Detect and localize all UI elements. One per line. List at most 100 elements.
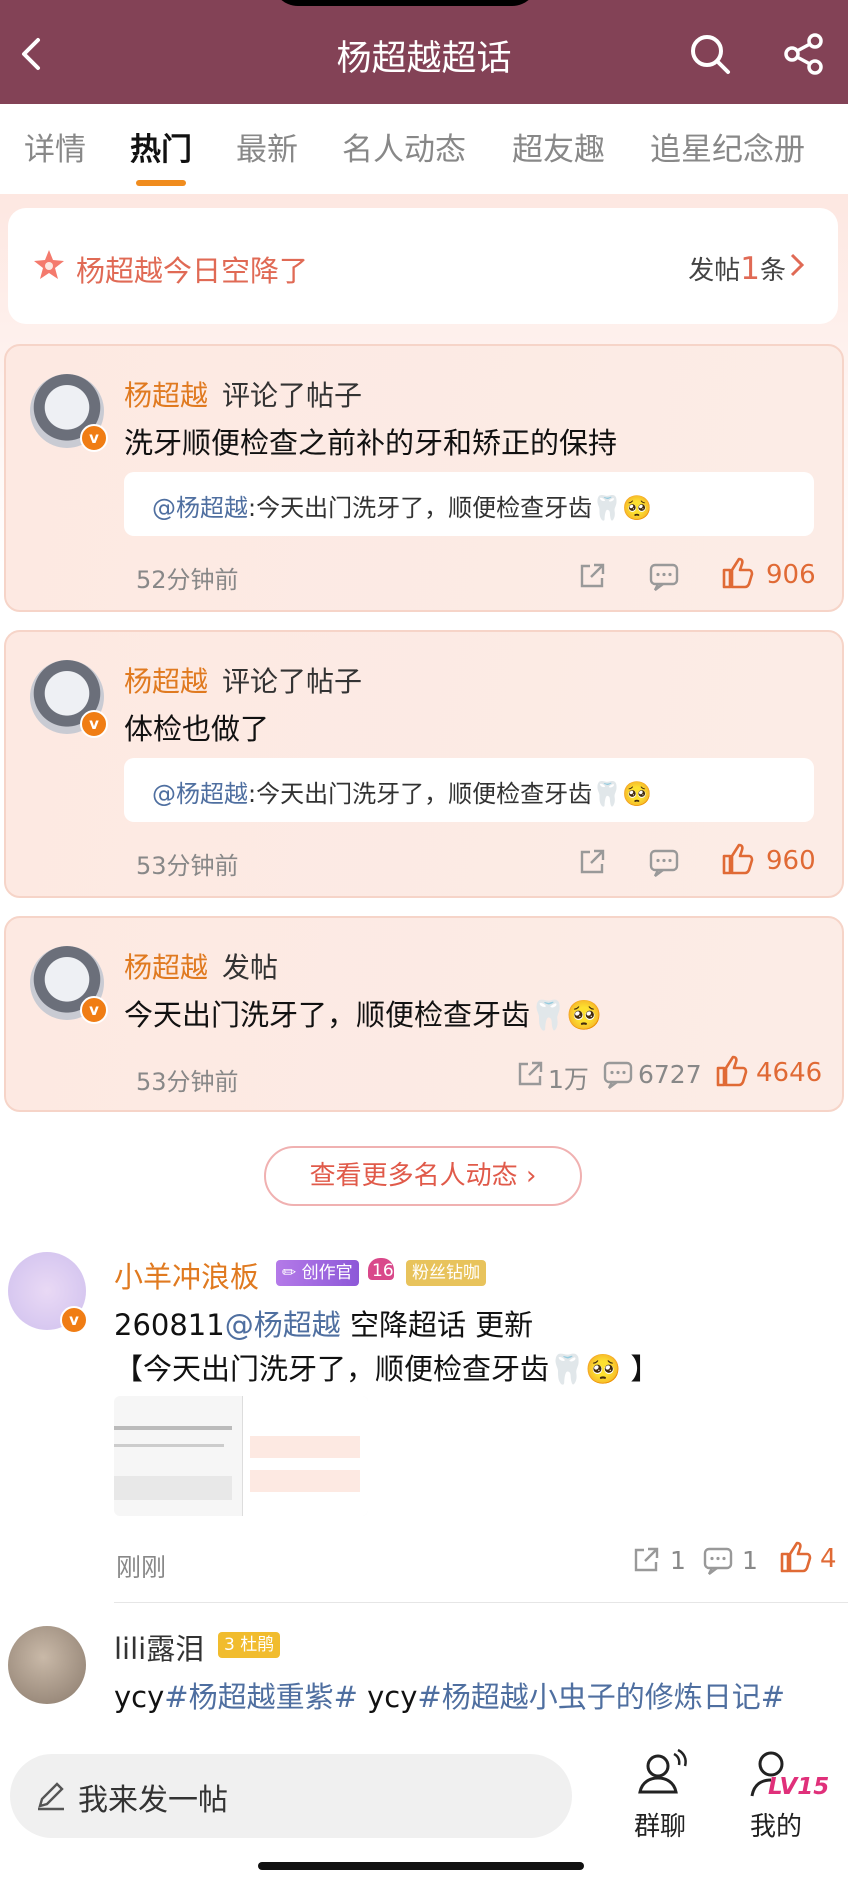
avatar[interactable] — [8, 1626, 86, 1704]
post-action: 评论了帖子 — [222, 379, 363, 412]
level-badge: 16 — [368, 1258, 394, 1281]
mention-link[interactable]: @杨超越 — [225, 1308, 341, 1342]
top-bar: 杨超越超话 — [0, 0, 848, 104]
share-icon[interactable] — [576, 560, 608, 592]
fan-badge[interactable]: 粉丝钻咖 — [406, 1260, 486, 1286]
tab-latest[interactable]: 最新 — [236, 124, 298, 169]
creator-badge[interactable]: ✏ 创作官 — [276, 1260, 359, 1286]
post-content-line[interactable]: 【今天出门洗牙了，顺便检查牙齿🦷🥺 】 — [114, 1346, 659, 1388]
post-time: 53分钟前 — [136, 852, 239, 880]
post-time: 刚刚 — [116, 1553, 167, 1582]
post-content[interactable]: 体检也做了 — [124, 706, 269, 748]
comment-icon[interactable] — [602, 1060, 634, 1090]
post-time: 53分钟前 — [136, 1068, 239, 1096]
verified-icon: v — [80, 710, 108, 738]
tab-hot[interactable]: 热门 — [130, 124, 192, 169]
tab-details[interactable]: 详情 — [24, 124, 86, 169]
post-action: 评论了帖子 — [222, 665, 363, 698]
active-tab-indicator — [136, 180, 186, 186]
like-count: 906 — [766, 560, 816, 590]
count-number: 1 — [740, 251, 760, 287]
divider — [114, 1602, 848, 1603]
author-name[interactable]: 杨超越 — [124, 374, 208, 414]
quote-text: :今天出门洗牙了，顺便检查牙齿🦷🥺 — [248, 494, 652, 522]
badge-label: 杜鹃 — [240, 1635, 275, 1655]
airdrop-text: 杨超越今日空降了 — [76, 254, 309, 288]
level-badge: LV15 — [768, 1774, 830, 1800]
post-action: 发帖 — [222, 951, 279, 984]
comment-icon[interactable] — [648, 848, 680, 878]
home-indicator — [258, 1862, 584, 1870]
more-celebrity-button[interactable]: 查看更多名人动态 › — [264, 1146, 582, 1206]
fan-badge[interactable]: 3 杜鹃 — [218, 1632, 281, 1658]
quote-mention[interactable]: @杨超越 — [152, 494, 248, 522]
like-icon[interactable] — [720, 842, 754, 876]
pencil-icon — [38, 1782, 64, 1811]
mine-label[interactable]: 我的 — [750, 1806, 802, 1843]
group-chat-icon[interactable] — [634, 1746, 688, 1800]
like-icon[interactable] — [778, 1540, 812, 1574]
badge-label: 粉丝钻咖 — [412, 1263, 480, 1283]
image-detail — [114, 1476, 232, 1500]
post-time: 52分钟前 — [136, 566, 239, 594]
like-count: 4646 — [756, 1058, 823, 1088]
like-icon[interactable] — [720, 556, 754, 590]
chevron-right-icon — [790, 253, 805, 277]
count-suffix: 条 — [759, 256, 786, 286]
like-count: 960 — [766, 846, 816, 876]
verified-icon: v — [80, 996, 108, 1024]
quote-mention[interactable]: @杨超越 — [152, 780, 248, 808]
share-icon[interactable] — [576, 846, 608, 878]
chevron-right-icon: › — [525, 1161, 537, 1191]
comment-count: 1 — [742, 1546, 758, 1575]
topic-link[interactable]: #杨超越重紫# — [164, 1680, 358, 1714]
level-number: 3 — [224, 1635, 235, 1655]
post-content[interactable]: ycy#杨超越重紫# ycy#杨超越小虫子的修炼日记# — [114, 1674, 785, 1716]
post-text-part: 空降超话 更新 — [340, 1308, 534, 1342]
star-icon — [34, 250, 64, 279]
comment-count: 6727 — [638, 1060, 702, 1089]
image-detail — [114, 1426, 232, 1430]
like-icon[interactable] — [714, 1054, 748, 1088]
like-count: 4 — [820, 1544, 837, 1574]
group-chat-label[interactable]: 群聊 — [634, 1806, 686, 1843]
quoted-post[interactable]: @杨超越:今天出门洗牙了，顺便检查牙齿🦷🥺 — [124, 472, 814, 536]
share-icon[interactable] — [630, 1544, 662, 1576]
image-detail — [250, 1436, 360, 1458]
author-name[interactable]: 杨超越 — [124, 946, 208, 986]
author-name[interactable]: 杨超越 — [124, 660, 208, 700]
author-name[interactable]: 小羊冲浪板 — [114, 1254, 259, 1296]
level-number: 16 — [372, 1261, 394, 1281]
post-content[interactable]: 260811@杨超越 空降超话 更新 — [114, 1302, 533, 1344]
count-prefix: 发帖 — [688, 256, 741, 286]
tab-fun[interactable]: 超友趣 — [512, 124, 605, 169]
tab-memorial[interactable]: 追星纪念册 — [650, 124, 805, 169]
more-button-label: 查看更多名人动态 — [309, 1161, 518, 1191]
quote-text: :今天出门洗牙了，顺便检查牙齿🦷🥺 — [248, 780, 652, 808]
topic-link[interactable]: #杨超越小虫子的修炼日记# — [417, 1680, 785, 1714]
verified-icon: v — [80, 424, 108, 452]
camera-notch — [272, 0, 538, 6]
share-count: 1 — [670, 1546, 686, 1575]
post-text-part: ycy — [114, 1680, 165, 1714]
share-icon[interactable] — [780, 30, 828, 78]
comment-icon[interactable] — [648, 562, 680, 592]
comment-icon[interactable] — [702, 1546, 734, 1576]
author-name[interactable]: lili露泪 — [114, 1626, 204, 1668]
verified-icon: v — [60, 1306, 88, 1334]
post-image[interactable] — [114, 1396, 368, 1516]
compose-placeholder: 我来发一帖 — [78, 1783, 228, 1818]
airdrop-count[interactable]: 发帖1条 — [688, 250, 786, 287]
quoted-post[interactable]: @杨超越:今天出门洗牙了，顺便检查牙齿🦷🥺 — [124, 758, 814, 822]
post-content[interactable]: 今天出门洗牙了，顺便检查牙齿🦷🥺 — [124, 992, 602, 1034]
share-count: 1万 — [548, 1065, 589, 1094]
image-detail — [114, 1444, 224, 1447]
post-text-part: 260811 — [114, 1308, 225, 1342]
post-content[interactable]: 洗牙顺便检查之前补的牙和矫正的保持 — [124, 420, 617, 462]
post-text-part: ycy — [357, 1680, 418, 1714]
tab-celebrity[interactable]: 名人动态 — [342, 124, 466, 169]
badge-label: 创作官 — [301, 1263, 353, 1283]
share-icon[interactable] — [514, 1058, 546, 1090]
image-detail — [250, 1470, 360, 1492]
search-icon[interactable] — [686, 30, 734, 78]
